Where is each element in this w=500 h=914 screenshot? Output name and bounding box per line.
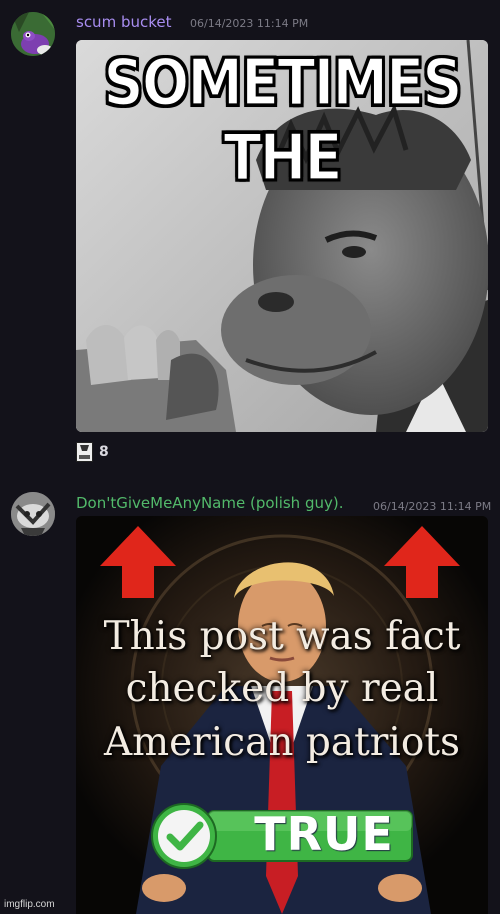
message-image-fact-check-meme[interactable]: This post was fact checked by real Ameri… [76,516,488,914]
fact-text-line-3: American patriots [103,720,461,765]
timestamp: 06/14/2023 11:14 PM [373,500,492,513]
true-badge-label: TRUE [254,807,394,861]
user-avatar[interactable] [11,492,55,536]
fact-text-line-1: This post was fact [103,614,461,659]
fact-text-line-2: checked by real [125,666,439,711]
true-badge: TRUE [148,799,414,869]
message-2: Don'tGiveMeAnyName (polish guy). 06/14/2… [0,0,500,914]
avatar-photo-icon [11,492,55,536]
checkmark-circle-icon [151,803,217,869]
username[interactable]: Don'tGiveMeAnyName (polish guy). [76,494,343,512]
imgflip-watermark: imgflip.com [4,899,55,910]
